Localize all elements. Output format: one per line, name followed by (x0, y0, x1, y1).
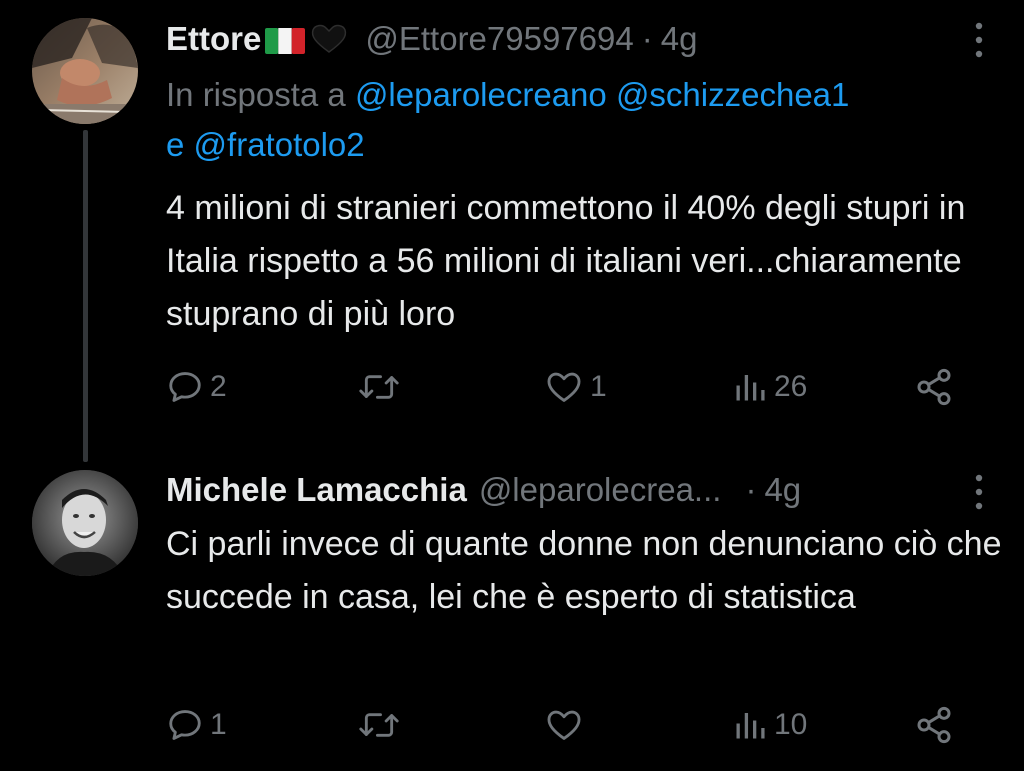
like-button[interactable]: 1 (544, 362, 607, 412)
retweet-button[interactable] (358, 700, 406, 750)
tweet-header: Michele Lamacchia @leparolecrea... · 4g (166, 466, 1004, 514)
mention-link[interactable]: @schizzechea1 (616, 76, 849, 113)
views-button[interactable]: 26 (732, 362, 807, 412)
share-icon (917, 368, 951, 406)
views-icon (736, 375, 765, 401)
reply-button[interactable]: 1 (166, 700, 227, 750)
heart-icon (547, 710, 581, 740)
retweet-icon (359, 375, 399, 399)
reply-icon (169, 710, 201, 740)
avatar-michele[interactable] (32, 470, 138, 576)
tweet-time[interactable]: 4g (661, 20, 698, 58)
separator-dot: · (641, 20, 653, 57)
tweet-ettore[interactable]: Ettore @Ettore79597694 · 4g In risposta … (0, 0, 1024, 462)
more-options-icon[interactable] (972, 472, 986, 512)
avatar-ettore[interactable] (32, 18, 138, 124)
black-heart-icon (309, 24, 349, 54)
tweet-text: Ci parli invece di quante donne non denu… (166, 525, 1002, 616)
more-options-icon[interactable] (972, 20, 986, 60)
retweet-button[interactable] (358, 362, 406, 412)
thread-line (83, 130, 88, 462)
share-button[interactable] (914, 362, 954, 412)
tweet-michele[interactable]: Michele Lamacchia @leparolecrea... · 4g … (0, 455, 1024, 771)
separator-dot: · (745, 471, 757, 508)
tweet-time[interactable]: 4g (764, 471, 801, 509)
reply-button[interactable]: 2 (166, 362, 227, 412)
retweet-icon (359, 713, 399, 737)
like-button[interactable] (544, 700, 590, 750)
reply-count: 1 (210, 708, 227, 741)
author-handle[interactable]: @leparolecrea... (479, 471, 722, 509)
author-handle[interactable]: @Ettore79597694 (365, 20, 633, 58)
reply-context: In risposta a @leparolecreano @schizzech… (166, 70, 1006, 170)
views-count: 26 (774, 370, 808, 403)
like-count: 1 (590, 370, 607, 403)
mention-link[interactable]: @fratotolo2 (194, 126, 365, 163)
share-button[interactable] (914, 700, 954, 750)
reply-joiner: e (166, 126, 185, 163)
tweet-actions: 2 1 26 (166, 362, 966, 412)
tweet-actions: 1 10 (166, 700, 966, 750)
reply-count: 2 (210, 370, 227, 403)
author-name[interactable]: Ettore (166, 20, 261, 58)
italy-flag-icon (265, 24, 306, 54)
tweet-header: Ettore @Ettore79597694 · 4g (166, 15, 1004, 63)
heart-icon (547, 372, 581, 402)
tweet-text: 4 milioni di stranieri commettono il 40%… (166, 189, 966, 333)
reply-prefix: In risposta a (166, 76, 346, 113)
author-name[interactable]: Michele Lamacchia (166, 471, 467, 509)
views-button[interactable]: 10 (732, 700, 807, 750)
mention-link[interactable]: @leparolecreano (355, 76, 607, 113)
views-count: 10 (774, 708, 808, 741)
reply-icon (169, 372, 201, 402)
views-icon (736, 713, 765, 739)
share-icon (917, 706, 951, 744)
